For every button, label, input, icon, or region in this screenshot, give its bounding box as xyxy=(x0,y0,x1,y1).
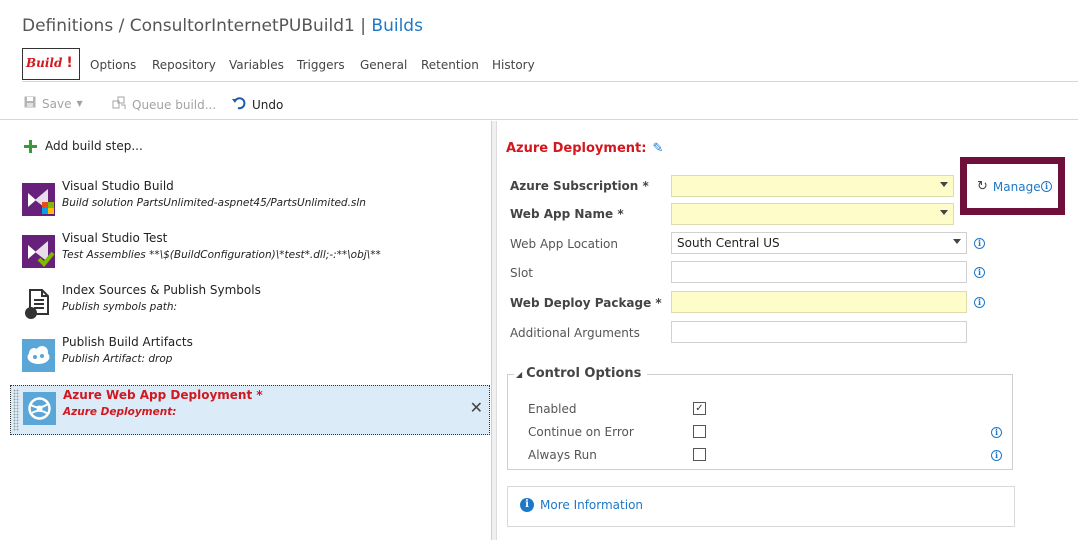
queue-build-icon xyxy=(112,96,126,113)
chevron-down-icon xyxy=(953,239,961,244)
manage-highlight: ↻ Manage i xyxy=(960,157,1065,215)
step-description: Publish symbols path: xyxy=(62,301,178,313)
step-name: Publish Build Artifacts xyxy=(62,335,193,349)
error-indicator-icon: ! xyxy=(66,55,73,71)
step-name: Visual Studio Test xyxy=(62,231,168,245)
web-app-location-label: Web App Location xyxy=(510,237,618,251)
build-step-publish-artifacts[interactable]: Publish Build Artifacts Publish Artifact… xyxy=(10,333,490,383)
build-steps-panel: Add build step... Visual Studio Build Bu… xyxy=(0,121,492,540)
azure-subscription-select[interactable] xyxy=(671,175,954,197)
undo-button[interactable]: Undo xyxy=(232,96,283,113)
enabled-label: Enabled xyxy=(528,402,577,416)
additional-arguments-input[interactable] xyxy=(671,321,967,343)
more-information-link[interactable]: i More Information xyxy=(520,498,643,512)
continue-on-error-label: Continue on Error xyxy=(528,425,634,439)
web-app-name-select[interactable] xyxy=(671,203,954,225)
step-description: Publish Artifact: drop xyxy=(62,353,173,365)
location-info-icon[interactable]: i xyxy=(974,238,985,249)
web-deploy-package-label: Web Deploy Package * xyxy=(510,296,662,310)
build-step-visual-studio-build[interactable]: Visual Studio Build Build solution Parts… xyxy=(10,177,490,227)
breadcrumb: Definitions / ConsultorInternetPUBuild1 … xyxy=(22,16,423,36)
step-name: Azure Web App Deployment * xyxy=(63,388,263,402)
web-app-location-select[interactable]: South Central US xyxy=(671,232,967,254)
queue-build-button[interactable]: Queue build... xyxy=(112,96,216,113)
tab-history[interactable]: History xyxy=(492,58,535,72)
web-deploy-package-input[interactable] xyxy=(671,291,967,313)
manage-info-icon[interactable]: i xyxy=(1041,181,1052,192)
visual-studio-icon xyxy=(22,183,55,216)
step-description: Azure Deployment: xyxy=(63,406,177,418)
always-run-info-icon[interactable]: i xyxy=(991,450,1002,461)
builds-link[interactable]: Builds xyxy=(371,16,423,36)
definition-path: Definitions / ConsultorInternetPUBuild1 xyxy=(22,16,355,36)
more-information-box: i More Information xyxy=(507,486,1015,527)
breadcrumb-separator: | xyxy=(360,16,366,36)
save-button[interactable]: Save ▼ xyxy=(24,96,83,111)
chevron-down-icon: ▼ xyxy=(76,99,83,108)
tab-general[interactable]: General xyxy=(360,58,407,72)
info-icon: i xyxy=(520,498,534,512)
tab-retention[interactable]: Retention xyxy=(421,58,479,72)
document-symbols-icon xyxy=(22,287,55,320)
package-info-icon[interactable]: i xyxy=(974,297,985,308)
additional-arguments-label: Additional Arguments xyxy=(510,326,640,340)
slot-input[interactable] xyxy=(671,261,967,283)
subscription-label: Azure Subscription * xyxy=(510,179,649,193)
step-description: Build solution PartsUnlimited-aspnet45/P… xyxy=(62,197,366,209)
plus-icon xyxy=(24,139,37,153)
manage-link[interactable]: ↻ Manage xyxy=(977,179,1041,194)
chevron-down-icon xyxy=(940,210,948,215)
continue-on-error-checkbox[interactable] xyxy=(693,425,706,438)
always-run-label: Always Run xyxy=(528,448,597,462)
chevron-down-icon xyxy=(940,182,948,187)
slot-label: Slot xyxy=(510,266,533,280)
remove-step-close-icon[interactable]: ✕ xyxy=(470,398,483,417)
step-description: Test Assemblies **\$(BuildConfiguration)… xyxy=(62,249,381,261)
tab-repository[interactable]: Repository xyxy=(152,58,216,72)
azure-web-app-icon xyxy=(23,392,56,425)
tab-options[interactable]: Options xyxy=(90,58,136,72)
toolbar: Save ▼ Queue build... Undo xyxy=(0,86,1078,120)
undo-icon xyxy=(232,96,246,113)
continue-on-error-info-icon[interactable]: i xyxy=(991,427,1002,438)
visual-studio-test-icon xyxy=(22,235,55,268)
step-name: Index Sources & Publish Symbols xyxy=(62,283,261,297)
control-options-group: ◢ Control Options Enabled ✓ Continue on E… xyxy=(507,366,1013,470)
build-step-visual-studio-test[interactable]: Visual Studio Test Test Assemblies **\$(… xyxy=(10,229,490,279)
web-app-name-label: Web App Name * xyxy=(510,207,624,221)
collapse-triangle-icon: ◢ xyxy=(516,370,523,379)
drag-handle[interactable] xyxy=(13,389,19,431)
tab-variables[interactable]: Variables xyxy=(229,58,284,72)
enabled-checkbox[interactable]: ✓ xyxy=(693,402,706,415)
build-step-index-sources[interactable]: Index Sources & Publish Symbols Publish … xyxy=(10,281,490,331)
tab-build[interactable]: Build! xyxy=(22,48,80,80)
definition-tabs: Build! Options Repository Variables Trig… xyxy=(22,46,1078,84)
publish-artifacts-icon xyxy=(22,339,55,372)
slot-info-icon[interactable]: i xyxy=(974,267,985,278)
step-name: Visual Studio Build xyxy=(62,179,174,193)
details-title: Azure Deployment: ✎ xyxy=(506,141,664,156)
always-run-checkbox[interactable] xyxy=(693,448,706,461)
control-options-header[interactable]: ◢ Control Options xyxy=(514,366,648,381)
add-build-step-button[interactable]: Add build step... xyxy=(24,139,143,153)
tab-triggers[interactable]: Triggers xyxy=(297,58,345,72)
build-step-azure-web-app-deployment[interactable]: Azure Web App Deployment * Azure Deploym… xyxy=(10,385,490,435)
edit-pencil-icon[interactable]: ✎ xyxy=(652,141,663,156)
save-icon xyxy=(24,96,36,111)
refresh-icon: ↻ xyxy=(977,179,988,194)
